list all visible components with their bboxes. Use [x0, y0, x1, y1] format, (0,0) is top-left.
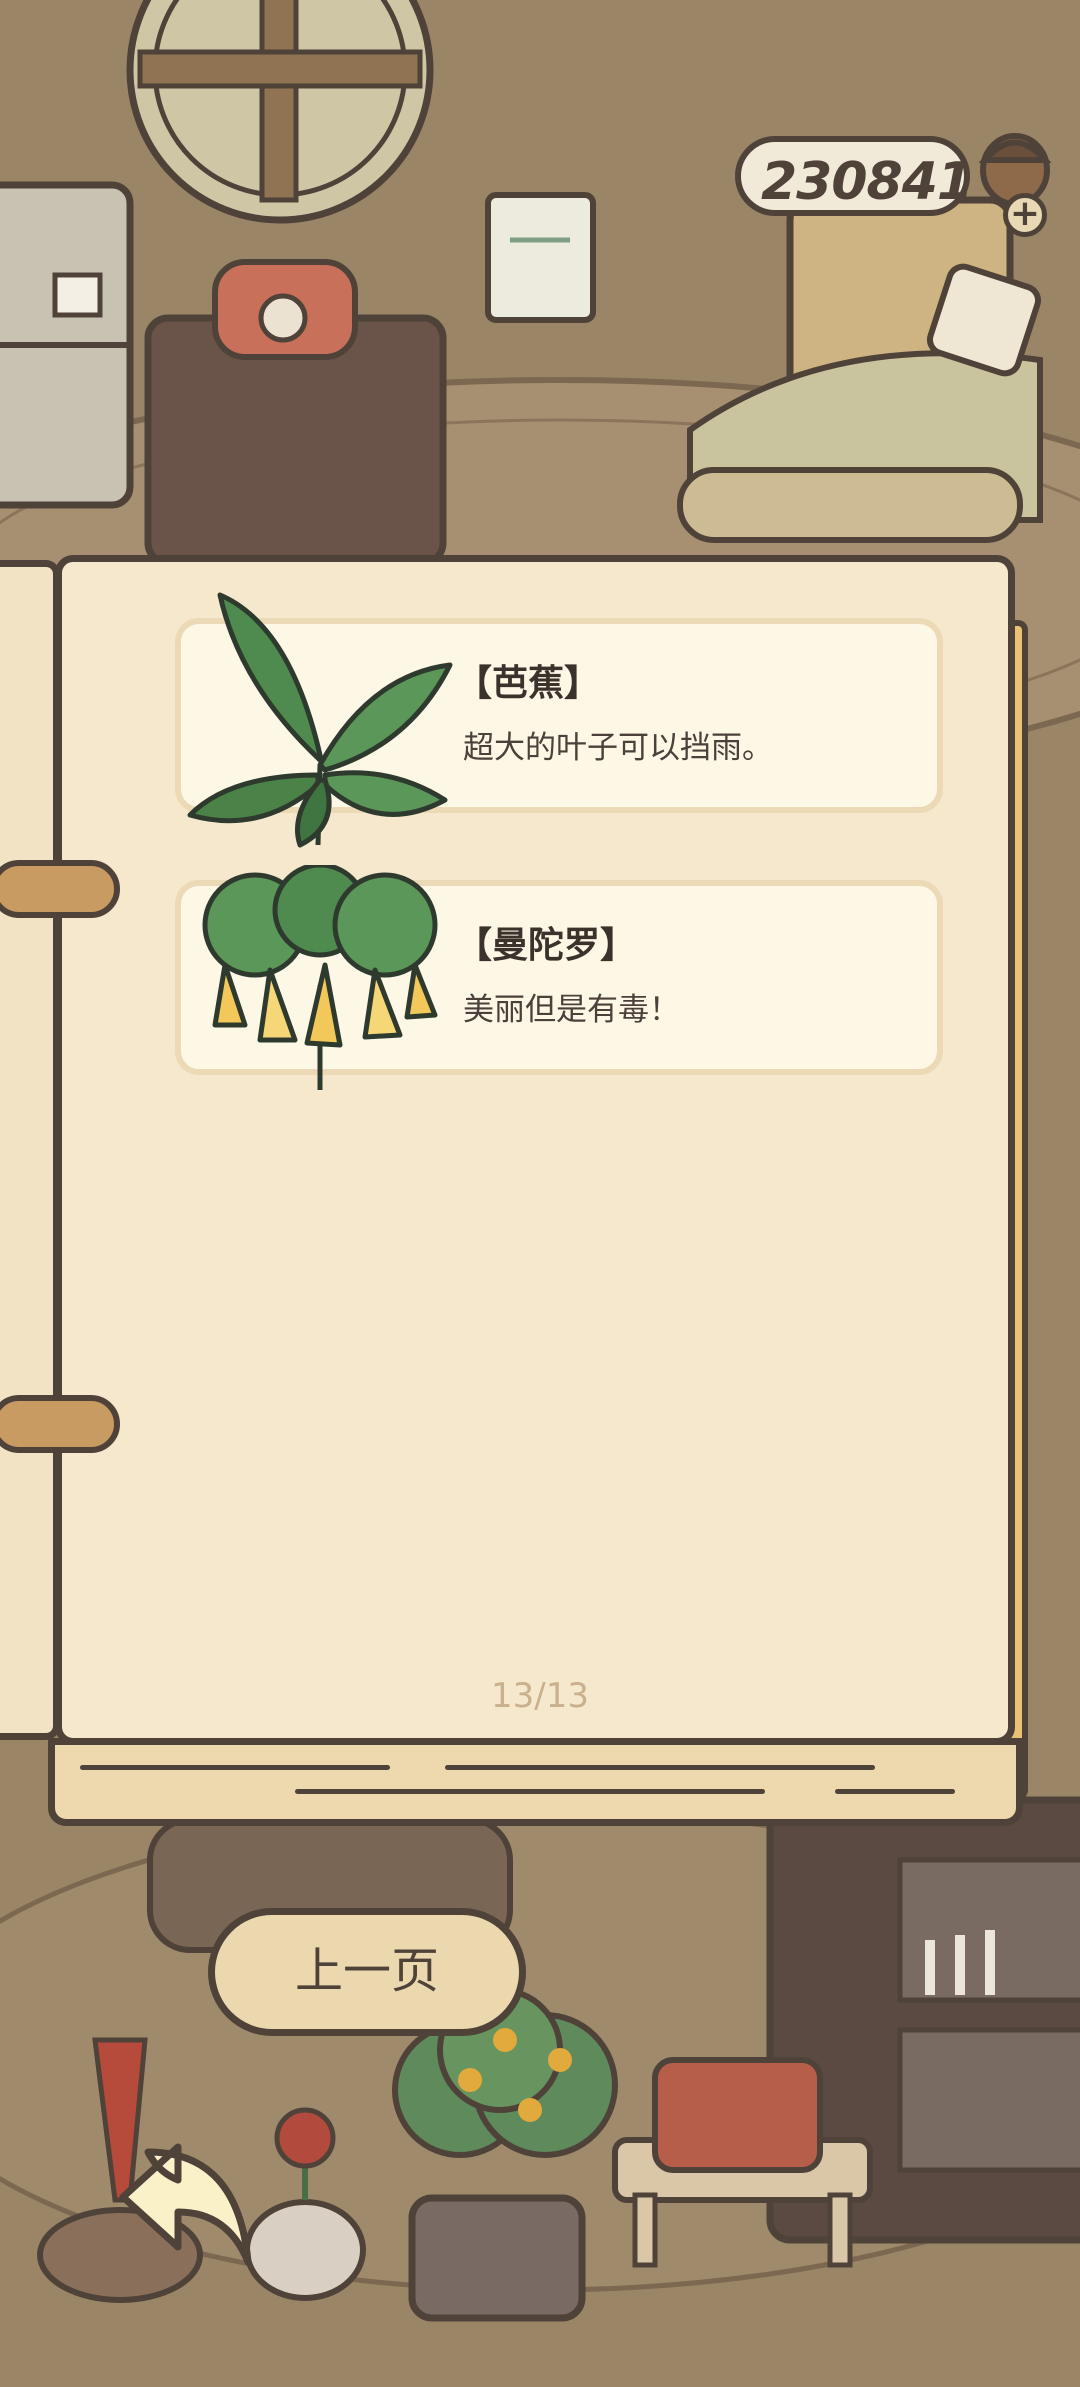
book-bottom-edge — [48, 1738, 1023, 1826]
book-left-page — [0, 560, 60, 1740]
datura-plant-icon — [202, 865, 438, 1090]
book-ring — [0, 860, 120, 918]
plant-name: 【芭蕉】 — [456, 663, 601, 704]
fridge-icon — [0, 181, 134, 509]
banana-plant-icon — [187, 592, 453, 848]
page-indicator: 13/13 — [491, 1676, 589, 1716]
back-arrow-icon[interactable] — [118, 2142, 258, 2277]
plant-description: 美丽但是有毒！ — [463, 992, 680, 1028]
book-ring — [0, 1395, 120, 1453]
prev-page-button[interactable]: 上一页 — [208, 1908, 526, 2036]
add-coins-button[interactable]: + — [1003, 193, 1047, 237]
coin-count: 230841 — [761, 152, 973, 212]
plant-description: 超大的叶子可以挡雨。 — [463, 730, 773, 766]
wall-calendar-icon — [485, 192, 596, 323]
coin-counter: 230841 — [735, 136, 973, 216]
plant-name: 【曼陀罗】 — [456, 925, 637, 966]
